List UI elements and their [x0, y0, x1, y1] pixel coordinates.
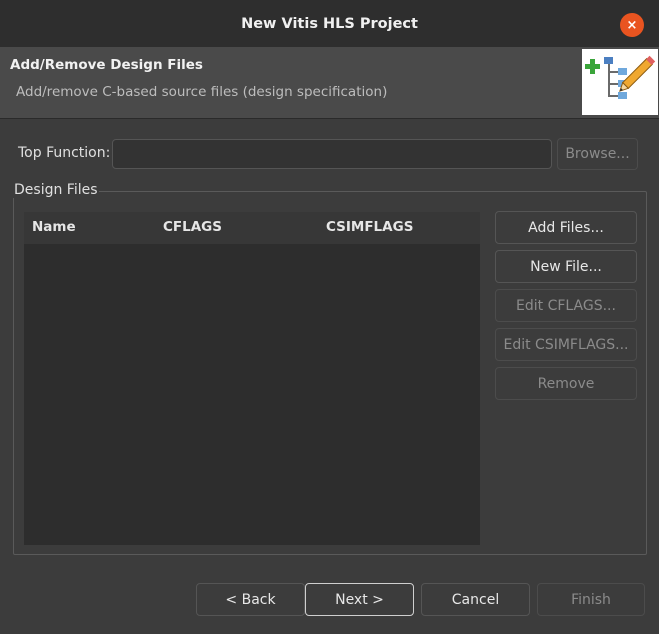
- column-header-cflags[interactable]: CFLAGS: [163, 219, 222, 235]
- remove-button[interactable]: Remove: [495, 367, 637, 400]
- new-file-button[interactable]: New File...: [495, 250, 637, 283]
- top-function-label: Top Function:: [18, 145, 111, 161]
- page-description: Add/remove C-based source files (design …: [16, 84, 388, 100]
- table-header: Name CFLAGS CSIMFLAGS: [24, 212, 480, 244]
- finish-button[interactable]: Finish: [537, 583, 645, 616]
- page-title: Add/Remove Design Files: [10, 57, 203, 73]
- browse-button[interactable]: Browse...: [557, 138, 638, 170]
- edit-csimflags-button[interactable]: Edit CSIMFLAGS...: [495, 328, 637, 361]
- wizard-header: Add/Remove Design Files Add/remove C-bas…: [0, 47, 659, 118]
- column-header-name[interactable]: Name: [32, 219, 76, 235]
- design-files-icon: [585, 55, 656, 99]
- design-files-table[interactable]: Name CFLAGS CSIMFLAGS: [24, 212, 480, 545]
- wizard-banner-image: [582, 49, 658, 115]
- dialog-window: New Vitis HLS Project × Add/Remove Desig…: [0, 0, 659, 634]
- back-button[interactable]: < Back: [196, 583, 305, 616]
- cancel-button[interactable]: Cancel: [421, 583, 530, 616]
- header-separator: [0, 118, 659, 119]
- top-function-input[interactable]: [112, 139, 552, 169]
- design-files-group-label: Design Files: [13, 182, 99, 198]
- column-header-csimflags[interactable]: CSIMFLAGS: [326, 219, 413, 235]
- close-button[interactable]: ×: [620, 13, 644, 37]
- next-button[interactable]: Next >: [305, 583, 414, 616]
- window-title: New Vitis HLS Project: [241, 15, 418, 32]
- add-files-button[interactable]: Add Files...: [495, 211, 637, 244]
- edit-cflags-button[interactable]: Edit CFLAGS...: [495, 289, 637, 322]
- close-icon: ×: [626, 17, 638, 33]
- title-bar: New Vitis HLS Project ×: [0, 0, 659, 47]
